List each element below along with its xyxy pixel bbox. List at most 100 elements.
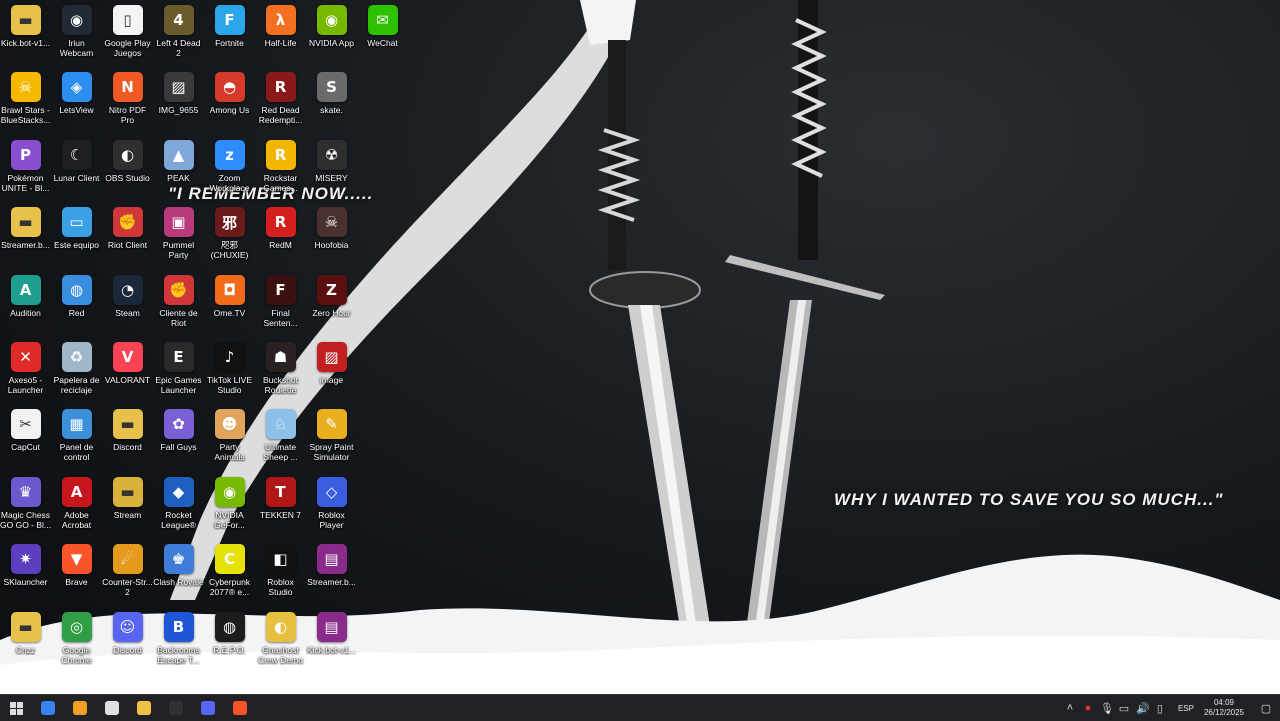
desktop-icon[interactable]: ✊ Cliente de Riot bbox=[153, 270, 204, 337]
desktop-icon[interactable]: R Rockstar Games... bbox=[255, 135, 306, 202]
desktop-icon[interactable]: ☗ Buckshot Roulette bbox=[255, 337, 306, 404]
desktop-icon[interactable]: T TEKKEN 7 bbox=[255, 472, 306, 539]
desktop-icon[interactable]: A Audition bbox=[0, 270, 51, 337]
desktop-icon[interactable]: ◔ Steam bbox=[102, 270, 153, 337]
red-dead-icon: R bbox=[265, 72, 296, 103]
desktop-icon[interactable]: ◍ R.E.P.O. bbox=[204, 607, 255, 674]
desktop-icon[interactable]: ▼ Brave bbox=[51, 539, 102, 606]
desktop-icon[interactable]: ▬ Streamer.b... bbox=[0, 202, 51, 269]
desktop-icon[interactable]: ▨ IMG_9655 bbox=[153, 67, 204, 134]
desktop-icon[interactable]: ▨ image bbox=[306, 337, 357, 404]
desktop-icon[interactable]: ☠ Hoofobia bbox=[306, 202, 357, 269]
desktop-icon-label: Left 4 Dead 2 bbox=[156, 38, 201, 58]
desktop-icon[interactable]: ◈ LetsView bbox=[51, 67, 102, 134]
copilot-icon[interactable] bbox=[32, 695, 64, 721]
desktop-icon[interactable]: ◎ Google Chrome bbox=[51, 607, 102, 674]
volume-icon[interactable]: 🔊 bbox=[1136, 702, 1150, 715]
desktop-icon[interactable]: ☠ Brawl Stars - BlueStacks... bbox=[0, 67, 51, 134]
desktop-icon[interactable]: ✎ Spray Paint Simulator bbox=[306, 404, 357, 471]
desktop-icon[interactable]: z Zoom Workplace bbox=[204, 135, 255, 202]
obs-icon[interactable] bbox=[160, 695, 192, 721]
desktop-icon[interactable]: ✊ Riot Client bbox=[102, 202, 153, 269]
desktop-icon[interactable]: ▤ Streamer.b... bbox=[306, 539, 357, 606]
brave-icon[interactable] bbox=[224, 695, 256, 721]
desktop-icon[interactable]: ✷ SKlauncher bbox=[0, 539, 51, 606]
desktop-icon[interactable]: ◍ Red bbox=[51, 270, 102, 337]
desktop-icon[interactable]: B Backrooms Escape T... bbox=[153, 607, 204, 674]
desktop-icon[interactable]: R Red Dead Redempti... bbox=[255, 67, 306, 134]
desktop-icon[interactable]: F Fortnite bbox=[204, 0, 255, 67]
desktop-icon[interactable]: E Epic Games Launcher bbox=[153, 337, 204, 404]
file-explorer-icon[interactable] bbox=[128, 695, 160, 721]
desktop-icon[interactable]: ♪ TikTok LIVE Studio bbox=[204, 337, 255, 404]
store-icon[interactable] bbox=[96, 695, 128, 721]
desktop-icon[interactable]: ☢ MISERY bbox=[306, 135, 357, 202]
network-icon[interactable]: ▭ bbox=[1118, 702, 1130, 715]
desktop-icon[interactable]: 邪咫邪 (CHUXIE) bbox=[204, 202, 255, 269]
desktop-icon[interactable]: C Cyberpunk 2077® e... bbox=[204, 539, 255, 606]
desktop-icon[interactable]: ✉ WeChat bbox=[357, 0, 408, 67]
desktop-icon-label: Rockstar Games... bbox=[263, 172, 298, 193]
desktop-icon[interactable]: V VALORANT bbox=[102, 337, 153, 404]
desktop-icon[interactable]: ☄ Counter-Str... 2 bbox=[102, 539, 153, 606]
desktop-icon[interactable]: ☾ Lunar Client bbox=[51, 135, 102, 202]
axeso5-icon: ✕ bbox=[10, 341, 41, 372]
desktop-icon[interactable]: ☺ Discord bbox=[102, 607, 153, 674]
desktop-icon[interactable]: ◘ Ome.TV bbox=[204, 270, 255, 337]
zero-hour-icon: Z bbox=[316, 274, 347, 305]
desktop-icon[interactable]: ☻ Party Animals bbox=[204, 404, 255, 471]
desktop-icon[interactable]: Sskate. bbox=[306, 67, 357, 134]
desktop-icon[interactable]: ♛ Magic Chess GO GO - Bl... bbox=[0, 472, 51, 539]
battery-icon[interactable]: ▯ bbox=[1154, 702, 1166, 715]
language-indicator[interactable]: ESP bbox=[1178, 704, 1194, 713]
desktop-icon[interactable]: ▬ Discord bbox=[102, 404, 153, 471]
desktop-icon[interactable]: ▬ Kick.bot-v1... bbox=[0, 0, 51, 67]
discord-icon[interactable] bbox=[192, 695, 224, 721]
desktop-icon[interactable]: ✿ Fall Guys bbox=[153, 404, 204, 471]
desktop-icon[interactable]: ◇ Roblox Player bbox=[306, 472, 357, 539]
desktop-icon[interactable]: ◐ Gnashost Crew Demo bbox=[255, 607, 306, 674]
desktop-icon[interactable]: P Pokémon UNITE - Bl... bbox=[0, 135, 51, 202]
desktop-icon-label: VALORANT bbox=[104, 374, 151, 385]
desktop-icon[interactable]: R RedM bbox=[255, 202, 306, 269]
clock[interactable]: 04:09 26/12/2025 bbox=[1204, 698, 1244, 718]
desktop-icon-label: Discord bbox=[113, 644, 142, 655]
desktop-icon-label: Magic Chess GO GO - Bl... bbox=[0, 509, 51, 530]
desktop-icon[interactable]: ▤ Kick.bot-v1... bbox=[306, 607, 357, 674]
desktop-icon[interactable]: ◧ Roblox Studio bbox=[255, 539, 306, 606]
desktop-icon-label: PEAK bbox=[167, 172, 190, 183]
chevron-up-icon[interactable]: ˄ bbox=[1064, 702, 1076, 714]
desktop-icon[interactable]: ▬ Cnzz bbox=[0, 607, 51, 674]
desktop-icon[interactable]: ▯ Google Play Juegos bbox=[102, 0, 153, 67]
desktop-icon[interactable]: ◉ NVIDIA GeFor... bbox=[204, 472, 255, 539]
desktop-icon[interactable]: ▦ Panel de control bbox=[51, 404, 102, 471]
desktop-icon[interactable]: ♘ Ultimate Sheep ... bbox=[255, 404, 306, 471]
misery-icon: ☢ bbox=[316, 139, 347, 170]
desktop-icon-label: Lunar Client bbox=[53, 172, 100, 183]
notifications-icon[interactable]: ▢ bbox=[1260, 702, 1272, 715]
desktop-icon[interactable]: λ Half-Life bbox=[255, 0, 306, 67]
windows-start-icon[interactable] bbox=[0, 695, 32, 721]
desktop-icon[interactable]: ▲ PEAK bbox=[153, 135, 204, 202]
desktop-icon[interactable]: ✕ Axeso5 - Launcher bbox=[0, 337, 51, 404]
desktop-icon[interactable]: ◉ NVIDIA App bbox=[306, 0, 357, 67]
desktop-icon[interactable]: ♻ Papelera de reciclaje bbox=[51, 337, 102, 404]
desktop-icon[interactable]: ◐ OBS Studio bbox=[102, 135, 153, 202]
app-tray-icon[interactable]: ● bbox=[1082, 702, 1094, 714]
desktop-icon[interactable]: N Nitro PDF Pro bbox=[102, 67, 153, 134]
desktop-icon[interactable]: Z Zero Hour bbox=[306, 270, 357, 337]
widgets-icon[interactable] bbox=[64, 695, 96, 721]
desktop-icon[interactable]: F Final Senten... bbox=[255, 270, 306, 337]
desktop-icon[interactable]: ♚ Clash Royale bbox=[153, 539, 204, 606]
desktop-icon[interactable]: ◉ Iriun Webcam bbox=[51, 0, 102, 67]
desktop-icon[interactable]: 4 Left 4 Dead 2 bbox=[153, 0, 204, 67]
desktop-icon[interactable]: ▭ Este equipo bbox=[51, 202, 102, 269]
desktop-icon[interactable]: ◆ Rocket League® bbox=[153, 472, 204, 539]
microphone-icon[interactable]: 🎙 bbox=[1100, 702, 1114, 715]
desktop-icon[interactable]: ✂ CapCut bbox=[0, 404, 51, 471]
desktop-icon[interactable]: A Adobe Acrobat bbox=[51, 472, 102, 539]
among-us-icon: ◓ bbox=[214, 72, 245, 103]
desktop-icon[interactable]: ▬ Stream bbox=[102, 472, 153, 539]
desktop-icon[interactable]: ◓ Among Us bbox=[204, 67, 255, 134]
desktop-icon[interactable]: ▣ Pummel Party bbox=[153, 202, 204, 269]
